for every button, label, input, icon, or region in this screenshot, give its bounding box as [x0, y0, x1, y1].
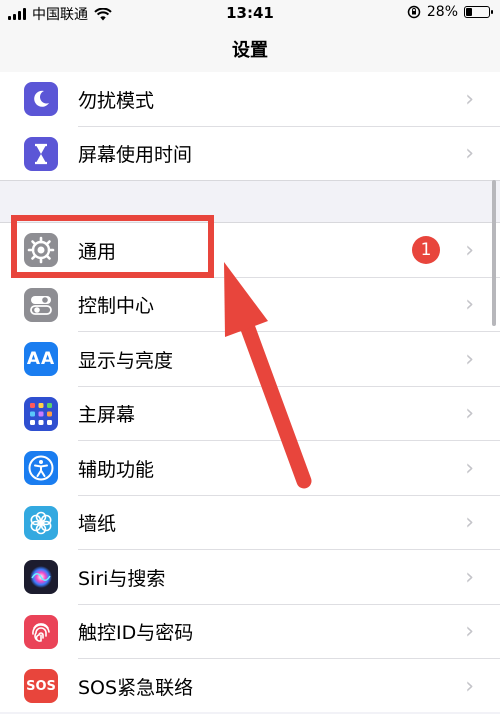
settings-row[interactable]: 屏幕使用时间 › — [0, 127, 500, 182]
settings-row-label: 墙纸 — [78, 513, 117, 536]
chevron-right-icon: › — [465, 292, 474, 318]
battery-percent: 28% — [426, 4, 458, 20]
chevron-right-icon: › — [465, 86, 474, 112]
settings-row[interactable]: Siri与搜索 › — [0, 550, 500, 605]
sos-icon: SOS — [24, 669, 58, 704]
settings-row-label: 触控ID与密码 — [78, 622, 194, 645]
home-grid-icon — [24, 396, 58, 431]
settings-row-label: 勿扰模式 — [78, 89, 155, 112]
chevron-right-icon: › — [465, 401, 474, 427]
settings-row-label: 辅助功能 — [78, 458, 155, 481]
flower-icon — [24, 505, 58, 540]
chevron-right-icon: › — [465, 510, 474, 536]
orientation-lock-icon — [407, 5, 421, 19]
settings-row[interactable]: 辅助功能 › — [0, 441, 500, 496]
text-size-icon: AA — [24, 342, 58, 377]
siri-icon — [24, 560, 58, 595]
settings-row-label: 屏幕使用时间 — [78, 144, 193, 167]
chevron-right-icon: › — [465, 237, 474, 263]
hourglass-icon — [24, 136, 58, 171]
settings-row-label: 显示与亮度 — [78, 349, 174, 372]
status-bar: 中国联通 13:41 28% — [0, 0, 500, 26]
status-right: 28% — [407, 4, 493, 20]
fingerprint-icon — [24, 614, 58, 649]
chevron-right-icon: › — [465, 141, 474, 167]
settings-row[interactable]: 控制中心 › — [0, 278, 500, 332]
settings-row[interactable]: SOS SOS紧急联络 › — [0, 659, 500, 714]
accessibility-icon — [24, 451, 58, 486]
toggles-icon — [24, 287, 58, 322]
settings-row[interactable]: 墙纸 › — [0, 496, 500, 550]
moon-icon — [24, 82, 58, 117]
settings-row-label: Siri与搜索 — [78, 567, 166, 590]
chevron-right-icon: › — [465, 346, 474, 372]
notification-badge: 1 — [412, 236, 440, 265]
settings-row-label: SOS紧急联络 — [78, 676, 194, 699]
chevron-right-icon: › — [465, 619, 474, 645]
settings-row-label: 主屏幕 — [78, 404, 136, 427]
settings-group-focus: 勿扰模式 › 屏幕使用时间 › — [0, 72, 500, 181]
scrollbar[interactable] — [492, 180, 496, 326]
settings-row[interactable]: 触控ID与密码 › — [0, 605, 500, 659]
settings-row[interactable]: AA 显示与亮度 › — [0, 332, 500, 387]
chevron-right-icon: › — [465, 455, 474, 481]
settings-row-label: 控制中心 — [78, 295, 155, 318]
settings-row[interactable]: 勿扰模式 › — [0, 72, 500, 127]
chevron-right-icon: › — [465, 673, 474, 699]
page-title: 设置 — [232, 40, 268, 61]
settings-group-general: 通用 1 › 控制中心 › AA 显示与亮度 › 主屏幕 › 辅助功能 › 墙纸 › Siri与搜索 › 触控I… — [0, 222, 500, 712]
chevron-right-icon: › — [465, 564, 474, 590]
highlight-box — [11, 215, 214, 278]
settings-row[interactable]: 主屏幕 › — [0, 387, 500, 441]
battery-icon — [464, 6, 493, 18]
